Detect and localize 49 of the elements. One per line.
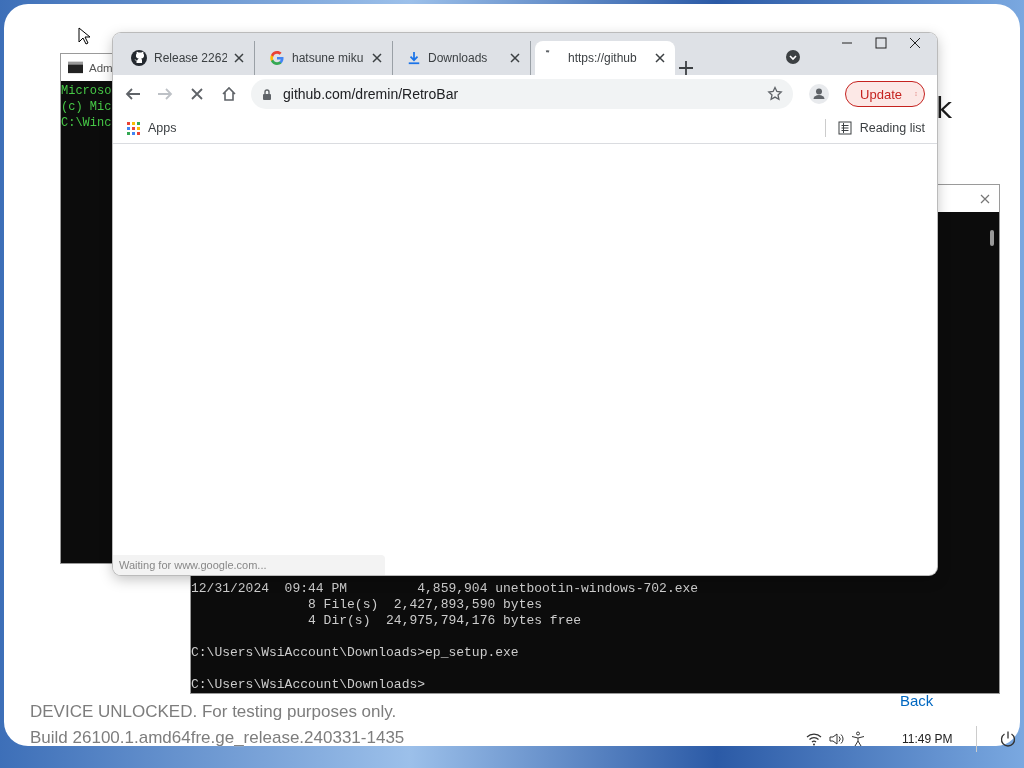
console-line: (c) Mic xyxy=(61,99,113,115)
wifi-icon[interactable] xyxy=(806,731,822,747)
accessibility-icon[interactable] xyxy=(850,731,866,747)
star-icon[interactable] xyxy=(767,86,784,102)
tab-search-icon[interactable] xyxy=(785,49,801,65)
close-icon[interactable] xyxy=(909,37,921,49)
volume-icon[interactable] xyxy=(828,731,844,747)
browser-tab[interactable]: Downloads xyxy=(397,41,531,75)
address-bar[interactable]: github.com/dremin/RetroBar xyxy=(251,79,794,109)
window-title: Adm xyxy=(89,61,113,74)
notice-text: DEVICE UNLOCKED. For testing purposes only. xyxy=(30,701,398,723)
profile-icon[interactable] xyxy=(809,84,830,104)
console-line: 4 Dir(s) 24,975,794,176 bytes free xyxy=(307,613,583,629)
scrollbar-thumb[interactable] xyxy=(990,230,994,246)
clock-time: 11:49 PM xyxy=(902,732,953,746)
console-line: C:\Users\WsiAccount\Downloads>ep_setup.exe xyxy=(191,645,520,661)
heading-text: k xyxy=(936,92,953,125)
download-icon xyxy=(407,51,421,65)
github-icon xyxy=(131,50,147,66)
console-icon xyxy=(68,60,83,75)
console-line: C:\Users\WsiAccount\Downloads> xyxy=(191,677,427,693)
update-button[interactable]: Update xyxy=(845,81,925,107)
power-icon[interactable] xyxy=(999,730,1018,748)
loading-spinner-icon xyxy=(545,50,550,53)
browser-tab[interactable]: hatsune miku xyxy=(259,41,393,75)
back-arrow-icon[interactable] xyxy=(125,86,141,102)
close-icon[interactable] xyxy=(372,53,382,63)
notice-text: Build 26100.1.amd64fre.ge_release.240331-1435 xyxy=(30,727,405,749)
home-icon[interactable] xyxy=(221,86,237,102)
console-line: Microso xyxy=(61,83,113,99)
stop-icon[interactable] xyxy=(189,86,205,102)
browser-tab[interactable]: Release 2262 xyxy=(121,41,255,75)
console-line: 8 File(s) 2,427,893,590 bytes xyxy=(307,597,544,613)
maximize-icon[interactable] xyxy=(875,37,887,49)
browser-tab[interactable]: https://github xyxy=(535,41,675,75)
close-icon[interactable] xyxy=(234,53,244,63)
apps-bookmark[interactable]: Apps xyxy=(127,121,177,135)
back-link[interactable]: Back xyxy=(900,692,934,709)
status-bubble: Waiting for www.google.com... xyxy=(113,555,385,575)
new-tab-icon[interactable] xyxy=(679,61,693,75)
reading-list-button[interactable]: Reading list xyxy=(837,121,925,135)
lock-icon xyxy=(261,88,273,100)
console-line: C:\Winc xyxy=(61,115,113,131)
close-icon[interactable] xyxy=(655,53,665,63)
google-icon xyxy=(269,50,285,66)
console-line: 12/31/2024 09:44 PM 4,859,904 unetbootin-windows-702.exe xyxy=(191,581,700,597)
apps-grid-icon xyxy=(127,121,140,135)
list-icon xyxy=(837,121,852,135)
close-icon[interactable] xyxy=(510,53,520,63)
